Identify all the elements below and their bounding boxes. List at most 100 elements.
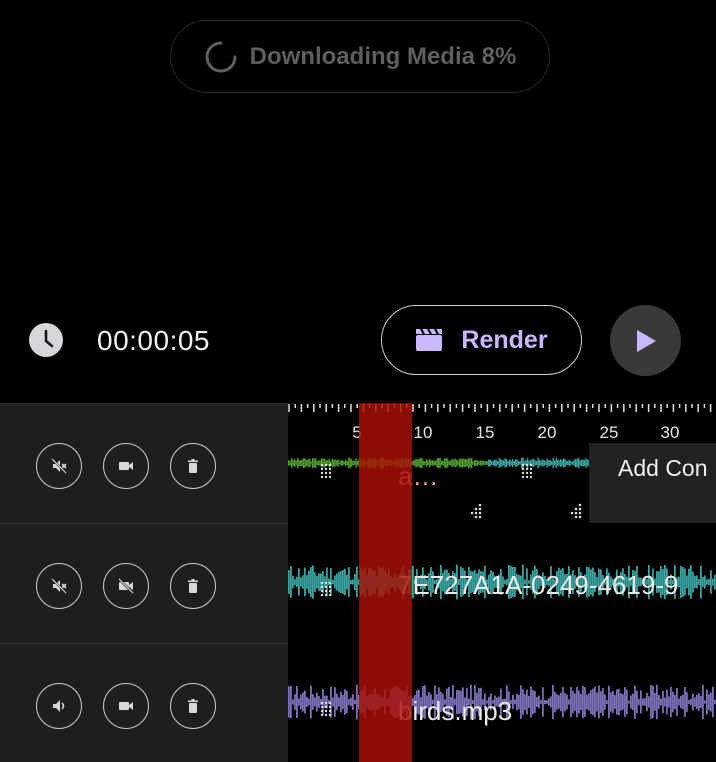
waveform-bar xyxy=(528,695,530,709)
add-content-button[interactable]: Add Con xyxy=(589,443,716,523)
track-controls-2 xyxy=(0,523,288,643)
ruler-ticks xyxy=(288,404,712,412)
waveform-bar xyxy=(622,694,624,710)
render-button[interactable]: Render xyxy=(381,305,582,375)
waveform-bar xyxy=(334,575,336,589)
delete-button[interactable] xyxy=(170,563,216,609)
drag-handle-icon[interactable] xyxy=(320,581,334,597)
play-button[interactable] xyxy=(610,305,681,376)
waveform-bar xyxy=(668,696,670,708)
waveform-bar xyxy=(518,694,520,710)
waveform-bar xyxy=(448,460,450,466)
waveform-bar xyxy=(586,694,588,710)
waveform-bar xyxy=(614,695,616,709)
mute-button[interactable] xyxy=(36,563,82,609)
waveform-bar xyxy=(460,458,462,468)
waveform-bar xyxy=(308,570,310,594)
drag-handle-icon[interactable] xyxy=(320,463,334,479)
waveform-bar xyxy=(447,458,449,468)
trash-icon xyxy=(188,699,198,713)
waveform-bar xyxy=(465,459,467,467)
waveform-bar xyxy=(300,459,302,467)
waveform-bar xyxy=(532,689,534,715)
waveform-bar xyxy=(442,460,444,466)
waveform-bar xyxy=(686,575,688,589)
waveform-bar xyxy=(497,461,499,465)
volume-button[interactable] xyxy=(36,683,82,729)
waveform-bar xyxy=(578,457,580,469)
waveform-bar xyxy=(566,460,568,466)
waveform-bar xyxy=(342,570,344,594)
resize-handle-icon[interactable] xyxy=(468,503,484,519)
waveform-bar xyxy=(580,693,582,711)
delete-button[interactable] xyxy=(170,683,216,729)
waveform-bar xyxy=(338,571,340,593)
waveform-bar xyxy=(710,692,712,712)
waveform-bar xyxy=(298,459,300,467)
waveform-bar xyxy=(598,685,600,719)
waveform-bar xyxy=(289,460,291,466)
waveform-bar xyxy=(581,459,583,467)
waveform-bar xyxy=(708,694,710,710)
waveform-bar xyxy=(336,693,338,711)
render-button-label: Render xyxy=(461,325,548,354)
waveform-bar xyxy=(706,689,708,715)
waveform-bar xyxy=(492,460,494,466)
waveform-bar xyxy=(694,697,696,707)
waveform-bar xyxy=(453,459,455,467)
waveform-bar xyxy=(340,570,342,594)
waveform-bar xyxy=(316,575,318,589)
waveform-bar xyxy=(343,461,345,465)
camera-off-button[interactable] xyxy=(103,563,149,609)
waveform-bar xyxy=(356,566,358,598)
waveform-bar xyxy=(590,690,592,714)
waveform-bar xyxy=(302,692,304,712)
camera-button[interactable] xyxy=(103,683,149,729)
waveform-bar xyxy=(620,693,622,711)
waveform-bar xyxy=(542,459,544,467)
waveform-bar xyxy=(564,692,566,712)
drag-handle-icon[interactable] xyxy=(521,463,535,479)
waveform-bar xyxy=(658,695,660,709)
mute-button[interactable] xyxy=(36,443,82,489)
camera-button[interactable] xyxy=(103,443,149,489)
waveform-bar xyxy=(682,694,684,710)
delete-button[interactable] xyxy=(170,443,216,489)
waveform-bar xyxy=(290,566,292,598)
waveform-bar xyxy=(543,460,545,466)
ruler-label: 10 xyxy=(413,423,433,442)
waveform-bar xyxy=(298,698,300,706)
waveform-bar xyxy=(342,460,344,466)
waveform-bar xyxy=(558,460,560,466)
waveform-bar xyxy=(468,457,470,469)
waveform-bar xyxy=(292,459,294,467)
trash-icon xyxy=(188,459,198,473)
playhead[interactable] xyxy=(359,403,412,762)
waveform-bar xyxy=(592,688,594,716)
waveform-bar xyxy=(294,694,296,710)
waveform-bar xyxy=(573,459,575,467)
waveform-bar xyxy=(572,461,574,465)
waveform-bar xyxy=(463,458,465,468)
waveform-bar xyxy=(336,460,338,466)
waveform-bar xyxy=(306,575,308,589)
waveform-bar xyxy=(582,685,584,719)
audio-clip-1[interactable] xyxy=(288,443,589,523)
time-ruler[interactable]: 5 10 15 20 25 30 xyxy=(288,403,716,443)
waveform-bar xyxy=(312,565,314,599)
waveform-bar xyxy=(704,700,706,704)
waveform-bar xyxy=(712,578,714,586)
waveform-bar xyxy=(576,458,578,468)
waveform-bar xyxy=(686,692,688,712)
waveform-bar xyxy=(650,684,652,720)
waveform-bar xyxy=(672,691,674,713)
waveform-bar xyxy=(308,698,310,706)
waveform-bar xyxy=(459,458,461,468)
waveform-bar xyxy=(612,690,614,714)
drag-handle-icon[interactable] xyxy=(320,701,334,717)
waveform-bar xyxy=(670,686,672,718)
waveform-bar xyxy=(294,578,296,586)
timeline[interactable]: 5 10 15 20 25 30 a… Add Con 7E727A1A-024… xyxy=(288,403,716,762)
resize-handle-icon[interactable] xyxy=(568,503,584,519)
waveform-bar xyxy=(296,576,298,588)
